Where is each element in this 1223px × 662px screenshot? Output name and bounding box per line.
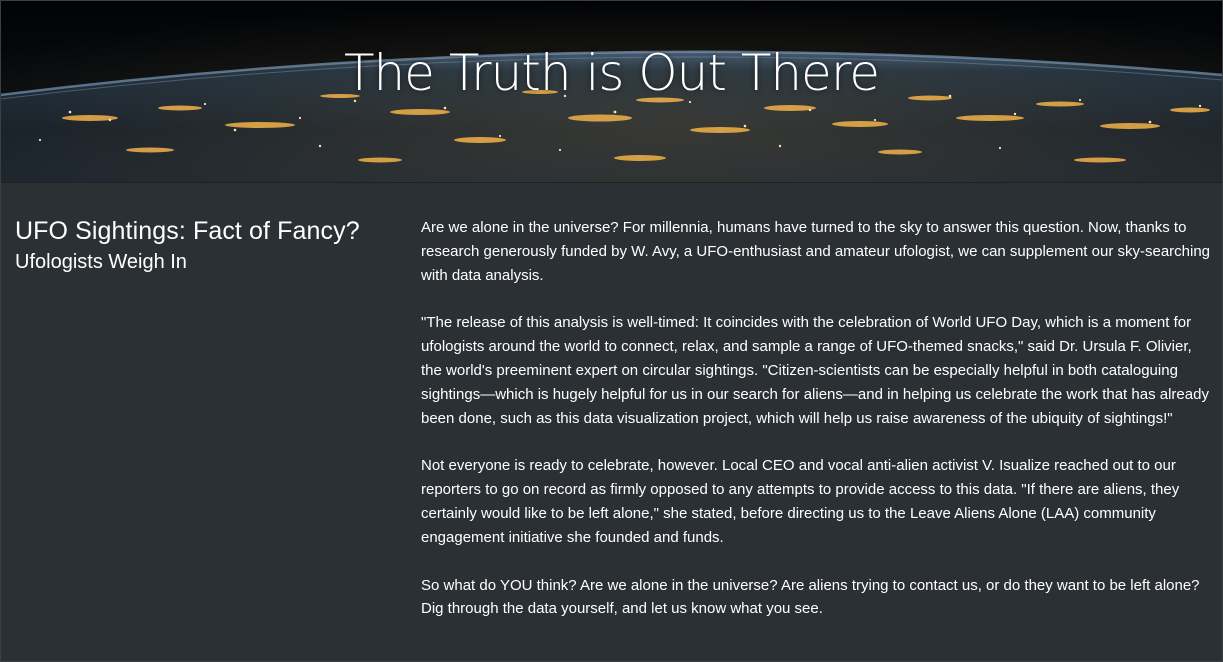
hero-banner: The Truth is Out There: [0, 0, 1223, 183]
article-paragraph: "The release of this analysis is well-ti…: [421, 314, 1209, 427]
article-paragraph: Are we alone in the universe? For millen…: [421, 219, 1211, 284]
article-paragraph: Not everyone is ready to celebrate, howe…: [421, 457, 1180, 546]
article-paragraph: So what do YOU think? Are we alone in th…: [421, 576, 1200, 618]
main-content: UFO Sightings: Fact of Fancy? Ufologists…: [0, 183, 1223, 662]
sidebar-heading: UFO Sightings: Fact of Fancy?: [15, 217, 360, 245]
page-title: The Truth is Out There: [343, 44, 880, 102]
article-body: Are we alone in the universe? For millen…: [421, 216, 1211, 645]
sidebar: UFO Sightings: Fact of Fancy? Ufologists…: [15, 216, 405, 274]
sidebar-subheading: Ufologists Weigh In: [15, 251, 187, 273]
